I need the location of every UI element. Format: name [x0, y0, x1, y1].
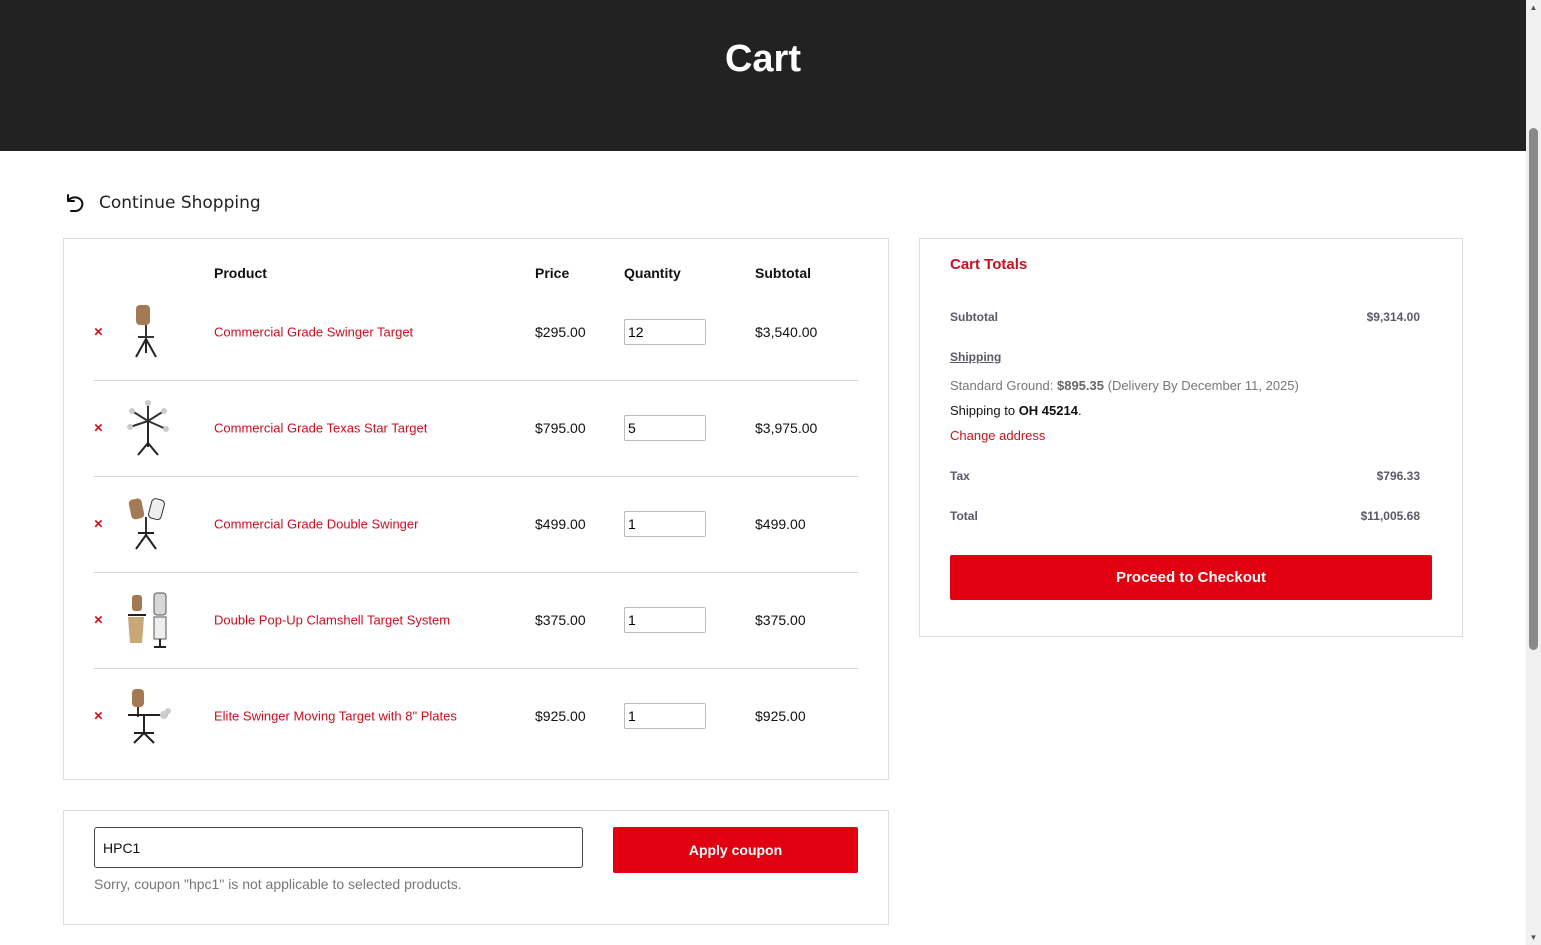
product-price: $499.00 [535, 516, 586, 532]
total-value: $11,005.68 [1360, 509, 1420, 523]
scrollbar-thumb[interactable] [1529, 128, 1538, 650]
shipping-method-name: Standard Ground: [950, 378, 1054, 393]
shipping-to-prefix: Shipping to [950, 403, 1016, 418]
subtotal-label: Subtotal [950, 310, 998, 324]
vertical-scrollbar[interactable]: ▲ ▼ [1526, 0, 1541, 945]
product-name-link[interactable]: Commercial Grade Swinger Target [214, 325, 413, 340]
header-subtotal: Subtotal [755, 265, 811, 281]
cart-row: × Commercial Grade Double Swinger $499.0… [94, 476, 858, 573]
cart-row: × Elite Swinger Moving Target with 8" Pl… [94, 668, 858, 764]
cart-row: × Double Pop-Up Clamshell Target System … [94, 572, 858, 669]
total-label: Total [950, 509, 978, 523]
quantity-input[interactable] [624, 703, 706, 729]
coupon-section: Apply coupon Sorry, coupon "hpc1" is not… [63, 810, 889, 925]
remove-x-icon[interactable]: × [94, 612, 103, 629]
continue-shopping-link[interactable]: Continue Shopping [63, 191, 261, 215]
quantity-input[interactable] [624, 607, 706, 633]
remove-x-icon[interactable]: × [94, 324, 103, 341]
product-price: $295.00 [535, 324, 586, 340]
product-thumbnail[interactable] [124, 399, 172, 457]
quantity-input[interactable] [624, 415, 706, 441]
product-name-link[interactable]: Double Pop-Up Clamshell Target System [214, 613, 450, 628]
coupon-error-message: Sorry, coupon "hpc1" is not applicable t… [94, 876, 462, 892]
cart-totals-heading: Cart Totals [950, 256, 1028, 273]
page-header: Cart [0, 0, 1526, 151]
remove-x-icon[interactable]: × [94, 420, 103, 437]
apply-coupon-button[interactable]: Apply coupon [613, 827, 858, 873]
scroll-down-arrow-icon[interactable]: ▼ [1526, 930, 1541, 945]
shipping-cost: $895.35 [1056, 378, 1104, 393]
product-thumbnail[interactable] [124, 303, 172, 361]
tax-value: $796.33 [1376, 469, 1420, 483]
header-product: Product [214, 265, 267, 281]
product-price: $925.00 [535, 708, 586, 724]
subtotal-value: $9,314.00 [1366, 310, 1420, 324]
product-name-link[interactable]: Elite Swinger Moving Target with 8" Plat… [214, 709, 457, 724]
change-address-link[interactable]: Change address [950, 428, 1045, 443]
shipping-method[interactable]: Standard Ground: $895.35 (Delivery By De… [950, 378, 1299, 393]
product-subtotal: $925.00 [755, 708, 806, 724]
header-price: Price [535, 265, 570, 281]
remove-x-icon[interactable]: × [94, 708, 103, 725]
product-name-link[interactable]: Commercial Grade Double Swinger [214, 517, 418, 532]
quantity-input[interactable] [624, 319, 706, 345]
product-thumbnail[interactable] [124, 687, 172, 745]
shipping-delivery: (Delivery By December 11, 2025) [1107, 378, 1299, 393]
product-thumbnail[interactable] [124, 495, 172, 553]
continue-shopping-label: Continue Shopping [99, 193, 261, 213]
cart-table: Product Price Quantity Subtotal × Commer… [63, 238, 889, 780]
shipping-to-suffix: . [1077, 403, 1082, 418]
product-subtotal: $375.00 [755, 612, 806, 628]
proceed-to-checkout-button[interactable]: Proceed to Checkout [950, 555, 1432, 600]
scroll-up-arrow-icon[interactable]: ▲ [1526, 0, 1541, 15]
shipping-label: Shipping [950, 350, 1002, 364]
cart-totals-panel: Cart Totals Subtotal $9,314.00 Shipping … [919, 238, 1463, 637]
remove-x-icon[interactable]: × [94, 516, 103, 533]
cart-row: × Commercial Grade Texas Star Target $79… [94, 380, 858, 477]
cart-row: × Commercial Grade Swinger Target $295.0… [94, 284, 858, 381]
product-price: $375.00 [535, 612, 586, 628]
product-price: $795.00 [535, 420, 586, 436]
quantity-input[interactable] [624, 511, 706, 537]
shipping-destination: Shipping to OH 45214. [950, 403, 1082, 418]
page-title: Cart [724, 38, 802, 80]
undo-arrow-icon [67, 194, 84, 212]
tax-label: Tax [950, 469, 970, 483]
product-name-link[interactable]: Commercial Grade Texas Star Target [214, 421, 427, 436]
product-thumbnail[interactable] [124, 591, 172, 649]
shipping-to-location: OH 45214 [1018, 403, 1078, 418]
header-quantity: Quantity [624, 265, 681, 281]
product-subtotal: $499.00 [755, 516, 806, 532]
product-subtotal: $3,975.00 [755, 420, 818, 436]
coupon-code-input[interactable] [94, 827, 583, 868]
product-subtotal: $3,540.00 [755, 324, 818, 340]
